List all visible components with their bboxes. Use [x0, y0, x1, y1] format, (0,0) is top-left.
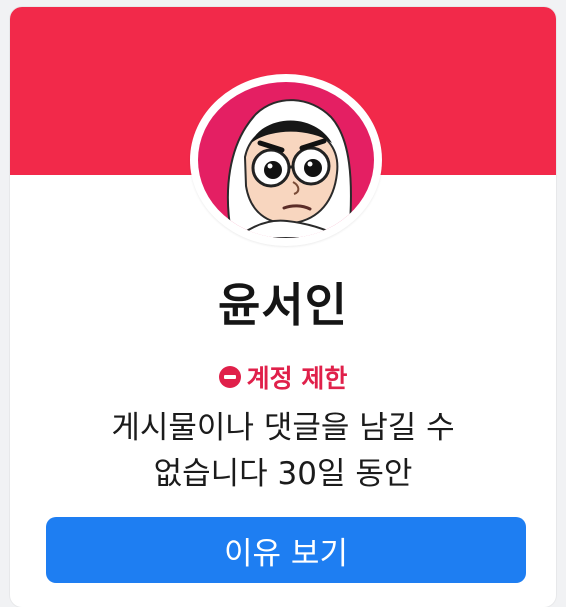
profile-card: 윤서인 계정 제한 게시물이나 댓글을 남길 수 없습니다 30일 동안 이유 …	[10, 7, 556, 607]
avatar	[198, 82, 374, 238]
restriction-label: 계정 제한	[246, 364, 348, 393]
restriction-message-line-1: 게시물이나 댓글을 남길 수	[111, 410, 455, 446]
view-reason-button[interactable]: 이유 보기	[46, 517, 526, 583]
restriction-message: 게시물이나 댓글을 남길 수 없습니다 30일 동안	[10, 405, 556, 497]
avatar-illustration	[227, 99, 352, 238]
avatar-ring	[190, 74, 382, 246]
profile-name: 윤서인	[218, 278, 348, 332]
account-restriction-status: 계정 제한	[10, 359, 556, 395]
restriction-message-line-2: 없습니다 30일 동안	[153, 456, 413, 492]
minus-circle-icon	[218, 366, 241, 388]
